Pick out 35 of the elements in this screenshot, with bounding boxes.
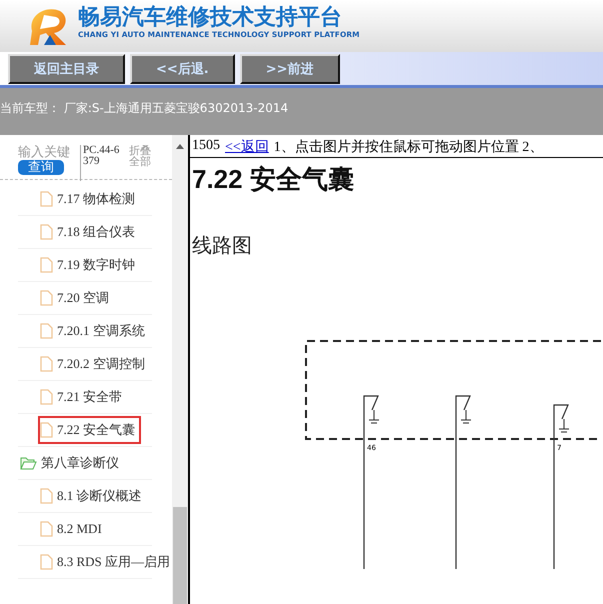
instructions-text: 1、点击图片并按住鼠标可拖动图片位置 2、	[274, 138, 544, 156]
part-code: PC.44-6379	[80, 145, 123, 181]
scrollbar-thumb[interactable]	[173, 507, 187, 604]
document-icon	[40, 224, 53, 240]
tree-item[interactable]: 8.2 MDI	[38, 516, 108, 542]
page-number: 1505	[192, 138, 220, 155]
folder-icon	[20, 456, 37, 470]
tree-item[interactable]: 8.3 RDS 应用—启用	[38, 548, 172, 576]
document-icon	[40, 323, 53, 339]
back-link[interactable]: <<返回	[225, 138, 269, 156]
tree-item[interactable]: 7.19 数字时钟	[38, 251, 141, 279]
tree-item[interactable]: 7.20.2 空调控制	[38, 350, 151, 378]
document-icon	[40, 488, 53, 504]
tree-item[interactable]: 8.1 诊断仪概述	[38, 482, 148, 510]
document-icon	[40, 257, 53, 273]
tree-item[interactable]: 7.18 组合仪表	[38, 218, 141, 246]
tree-item[interactable]: 7.22 安全气囊	[38, 416, 141, 444]
tree-item[interactable]: 7.21 安全带	[38, 383, 128, 411]
document-icon	[40, 521, 53, 537]
current-model-text: 当前车型： 厂家:S-上海通用五菱宝骏6302013-2014	[0, 101, 288, 115]
tree-item[interactable]: 7.20 空调	[38, 284, 115, 312]
search-button[interactable]: 查询	[18, 160, 64, 175]
tree-item[interactable]: 7.20.1 空调系统	[38, 317, 151, 345]
site-title: 畅易汽车维修技术支持平台	[78, 6, 343, 30]
document-icon	[40, 554, 53, 570]
scrollbar[interactable]	[172, 135, 188, 604]
page-heading: 7.22 安全气囊	[192, 163, 355, 196]
section-heading: 线路图	[192, 232, 253, 259]
document-icon	[40, 389, 53, 405]
tree-folder[interactable]: 第八章诊断仪	[18, 449, 125, 477]
document-icon	[40, 422, 53, 438]
tree-item[interactable]: 7.17 物体检测	[38, 185, 141, 213]
document-icon	[40, 191, 53, 207]
document-icon	[40, 290, 53, 306]
document-icon	[40, 356, 53, 372]
